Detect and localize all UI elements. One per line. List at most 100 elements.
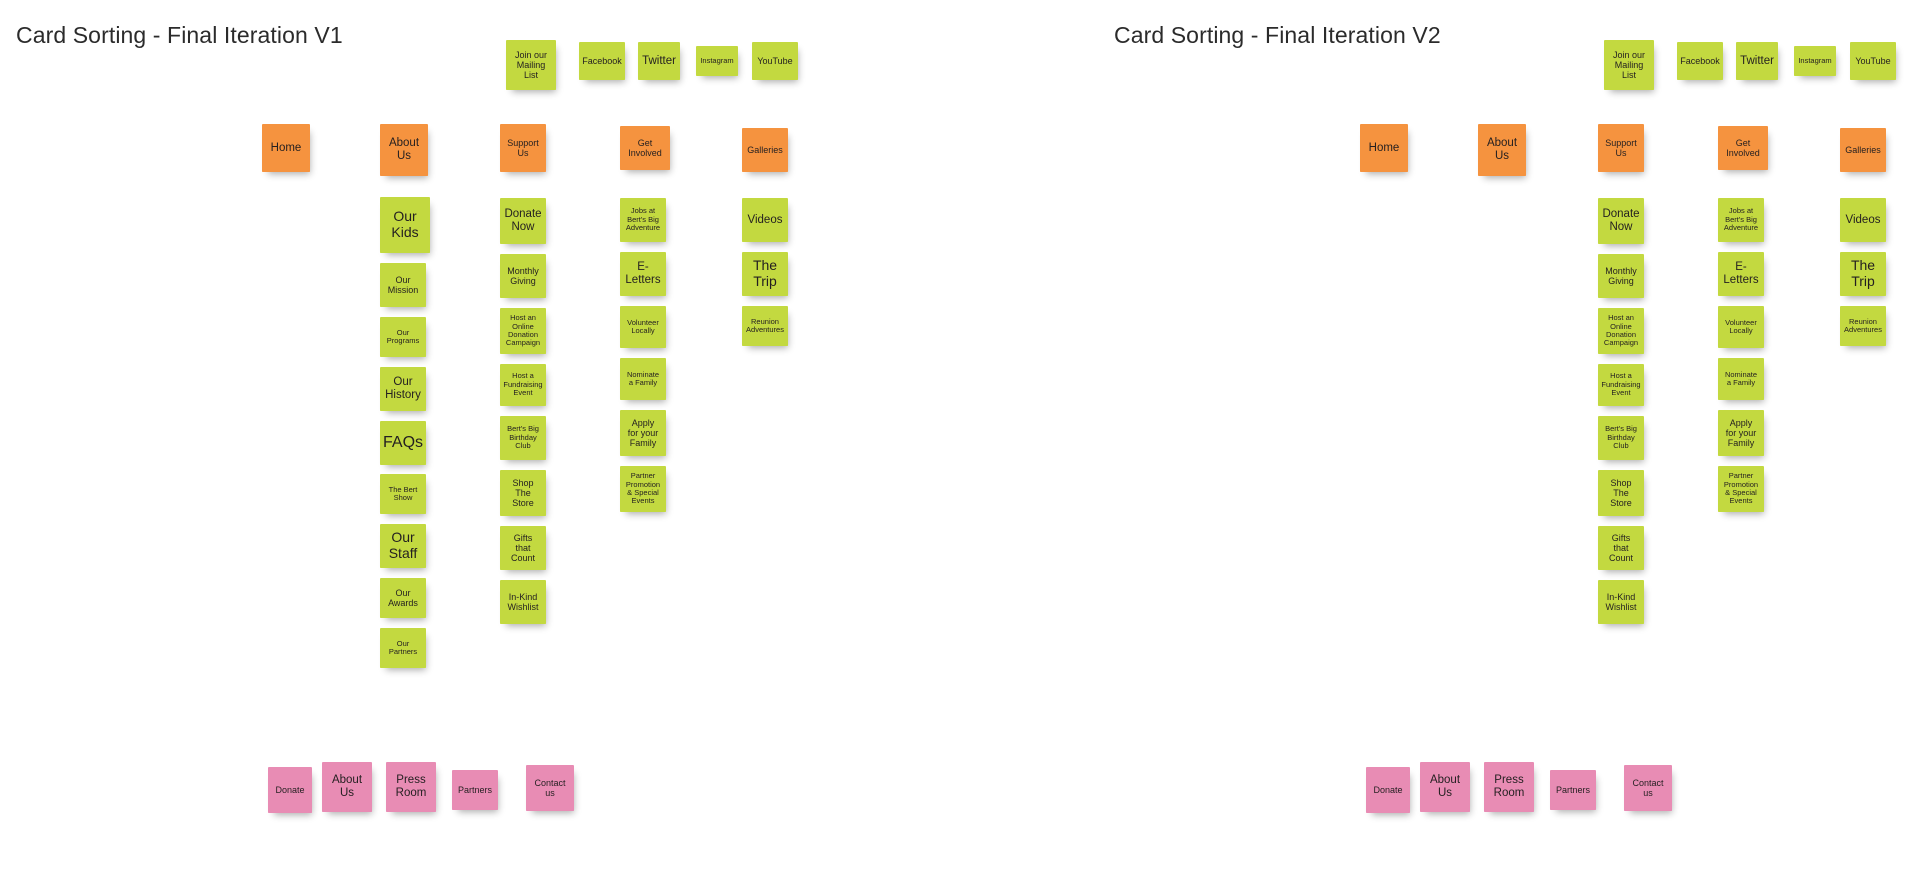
column-card-v1-3-4[interactable]: Apply for your Family: [620, 410, 666, 456]
sticky-note-label: Our History: [385, 376, 421, 401]
social-card-v2-4[interactable]: YouTube: [1850, 42, 1896, 80]
board-title-v1: Card Sorting - Final Iteration V1: [16, 22, 343, 48]
sticky-note-label: Join our Mailing List: [1612, 49, 1646, 81]
social-card-v2-3[interactable]: Instagram: [1794, 46, 1836, 76]
board-title-v2: Card Sorting - Final Iteration V2: [1114, 22, 1441, 48]
social-card-v2-0[interactable]: Join our Mailing List: [1604, 40, 1654, 90]
sticky-note-label: Videos: [747, 213, 783, 226]
sticky-note-label: Host an Online Donation Campaign: [1603, 313, 1639, 348]
column-card-v2-3-1[interactable]: E- Letters: [1718, 252, 1764, 296]
column-header-v2-1[interactable]: About Us: [1478, 124, 1526, 176]
column-card-v2-4-2[interactable]: Reunion Adventures: [1840, 306, 1886, 346]
column-card-v1-1-4[interactable]: FAQs: [380, 421, 426, 465]
column-card-v1-2-5[interactable]: Shop The Store: [500, 470, 546, 516]
column-card-v2-3-5[interactable]: Partner Promotion & Special Events: [1718, 466, 1764, 512]
sticky-note-label: Monthly Giving: [507, 265, 539, 286]
social-card-v1-3[interactable]: Instagram: [696, 46, 738, 76]
column-card-v1-1-0[interactable]: Our Kids: [380, 197, 430, 253]
footer-card-v1-1[interactable]: About Us: [322, 762, 372, 812]
sticky-note-label: Press Room: [1493, 774, 1525, 799]
column-header-v1-0[interactable]: Home: [262, 124, 310, 172]
sticky-note-label: Instagram: [1798, 55, 1832, 65]
sticky-note-label: Press Room: [395, 774, 427, 799]
column-card-v1-3-0[interactable]: Jobs at Bert's Big Adventure: [620, 198, 666, 242]
column-header-v1-2[interactable]: Support Us: [500, 124, 546, 172]
sticky-note-label: Twitter: [642, 54, 676, 67]
column-card-v2-3-2[interactable]: Volunteer Locally: [1718, 306, 1764, 348]
column-card-v1-1-6[interactable]: Our Staff: [380, 524, 426, 568]
sticky-note-label: Host a Fundraising Event: [1601, 371, 1641, 398]
footer-card-v2-4[interactable]: Contact us: [1624, 765, 1672, 811]
column-card-v1-3-2[interactable]: Volunteer Locally: [620, 306, 666, 348]
column-header-v2-4[interactable]: Galleries: [1840, 128, 1886, 172]
social-card-v2-2[interactable]: Twitter: [1736, 42, 1778, 80]
sticky-note-label: About Us: [331, 774, 363, 799]
column-card-v1-2-4[interactable]: Bert's Big Birthday Club: [500, 416, 546, 460]
sticky-note-label: Contact us: [534, 777, 566, 798]
sticky-note-label: Our Programs: [386, 327, 420, 345]
column-header-v2-2[interactable]: Support Us: [1598, 124, 1644, 172]
column-card-v2-2-0[interactable]: Donate Now: [1598, 198, 1644, 244]
footer-card-v1-2[interactable]: Press Room: [386, 762, 436, 812]
footer-card-v2-2[interactable]: Press Room: [1484, 762, 1534, 812]
sticky-note-label: Our Staff: [388, 529, 418, 561]
column-card-v1-2-7[interactable]: In-Kind Wishlist: [500, 580, 546, 624]
footer-card-v1-3[interactable]: Partners: [452, 770, 498, 810]
column-card-v2-3-4[interactable]: Apply for your Family: [1718, 410, 1764, 456]
column-card-v2-2-7[interactable]: In-Kind Wishlist: [1598, 580, 1644, 624]
column-card-v1-2-3[interactable]: Host a Fundraising Event: [500, 364, 546, 406]
column-card-v2-4-0[interactable]: Videos: [1840, 198, 1886, 242]
sticky-note-label: Donate Now: [504, 208, 542, 233]
column-card-v1-2-2[interactable]: Host an Online Donation Campaign: [500, 308, 546, 354]
column-card-v2-2-1[interactable]: Monthly Giving: [1598, 254, 1644, 298]
column-card-v1-1-5[interactable]: The Bert Show: [380, 474, 426, 514]
column-card-v1-1-7[interactable]: Our Awards: [380, 578, 426, 618]
column-card-v1-1-2[interactable]: Our Programs: [380, 317, 426, 357]
column-card-v2-2-5[interactable]: Shop The Store: [1598, 470, 1644, 516]
column-card-v1-2-1[interactable]: Monthly Giving: [500, 254, 546, 298]
social-card-v1-4[interactable]: YouTube: [752, 42, 798, 80]
column-card-v2-2-2[interactable]: Host an Online Donation Campaign: [1598, 308, 1644, 354]
social-card-v1-1[interactable]: Facebook: [579, 42, 625, 80]
column-header-v1-3[interactable]: Get Involved: [620, 126, 670, 170]
sticky-note-label: YouTube: [757, 55, 793, 66]
social-card-v1-0[interactable]: Join our Mailing List: [506, 40, 556, 90]
column-card-v2-3-3[interactable]: Nominate a Family: [1718, 358, 1764, 400]
column-card-v2-2-3[interactable]: Host a Fundraising Event: [1598, 364, 1644, 406]
column-card-v1-1-1[interactable]: Our Mission: [380, 263, 426, 307]
column-header-v2-3[interactable]: Get Involved: [1718, 126, 1768, 170]
sticky-note-label: About Us: [1429, 774, 1461, 799]
column-card-v1-4-1[interactable]: The Trip: [742, 252, 788, 296]
column-card-v1-4-2[interactable]: Reunion Adventures: [742, 306, 788, 346]
column-card-v2-4-1[interactable]: The Trip: [1840, 252, 1886, 296]
column-card-v1-4-0[interactable]: Videos: [742, 198, 788, 242]
column-card-v1-2-0[interactable]: Donate Now: [500, 198, 546, 244]
footer-card-v1-0[interactable]: Donate: [268, 767, 312, 813]
sticky-note-label: Our Mission: [387, 274, 419, 295]
footer-card-v1-4[interactable]: Contact us: [526, 765, 574, 811]
column-card-v2-2-6[interactable]: Gifts that Count: [1598, 526, 1644, 570]
sticky-note-label: Get Involved: [1726, 137, 1760, 158]
social-card-v1-2[interactable]: Twitter: [638, 42, 680, 80]
column-card-v1-3-5[interactable]: Partner Promotion & Special Events: [620, 466, 666, 512]
column-header-v1-1[interactable]: About Us: [380, 124, 428, 176]
sticky-note-label: Support Us: [507, 137, 539, 158]
footer-card-v2-0[interactable]: Donate: [1366, 767, 1410, 813]
column-card-v1-2-6[interactable]: Gifts that Count: [500, 526, 546, 570]
footer-card-v2-3[interactable]: Partners: [1550, 770, 1596, 810]
column-card-v2-2-4[interactable]: Bert's Big Birthday Club: [1598, 416, 1644, 460]
column-card-v1-3-1[interactable]: E- Letters: [620, 252, 666, 296]
sticky-note-label: Twitter: [1740, 54, 1774, 67]
sticky-note-label: Partners: [457, 784, 492, 795]
column-card-v1-1-3[interactable]: Our History: [380, 367, 426, 411]
column-card-v1-3-3[interactable]: Nominate a Family: [620, 358, 666, 400]
column-card-v1-1-8[interactable]: Our Partners: [380, 628, 426, 668]
column-header-v2-0[interactable]: Home: [1360, 124, 1408, 172]
sticky-note-label: Partner Promotion & Special Events: [1723, 471, 1759, 506]
footer-card-v2-1[interactable]: About Us: [1420, 762, 1470, 812]
sticky-note-label: Apply for your Family: [1725, 417, 1757, 449]
sticky-note-label: Videos: [1845, 213, 1881, 226]
column-header-v1-4[interactable]: Galleries: [742, 128, 788, 172]
social-card-v2-1[interactable]: Facebook: [1677, 42, 1723, 80]
column-card-v2-3-0[interactable]: Jobs at Bert's Big Adventure: [1718, 198, 1764, 242]
